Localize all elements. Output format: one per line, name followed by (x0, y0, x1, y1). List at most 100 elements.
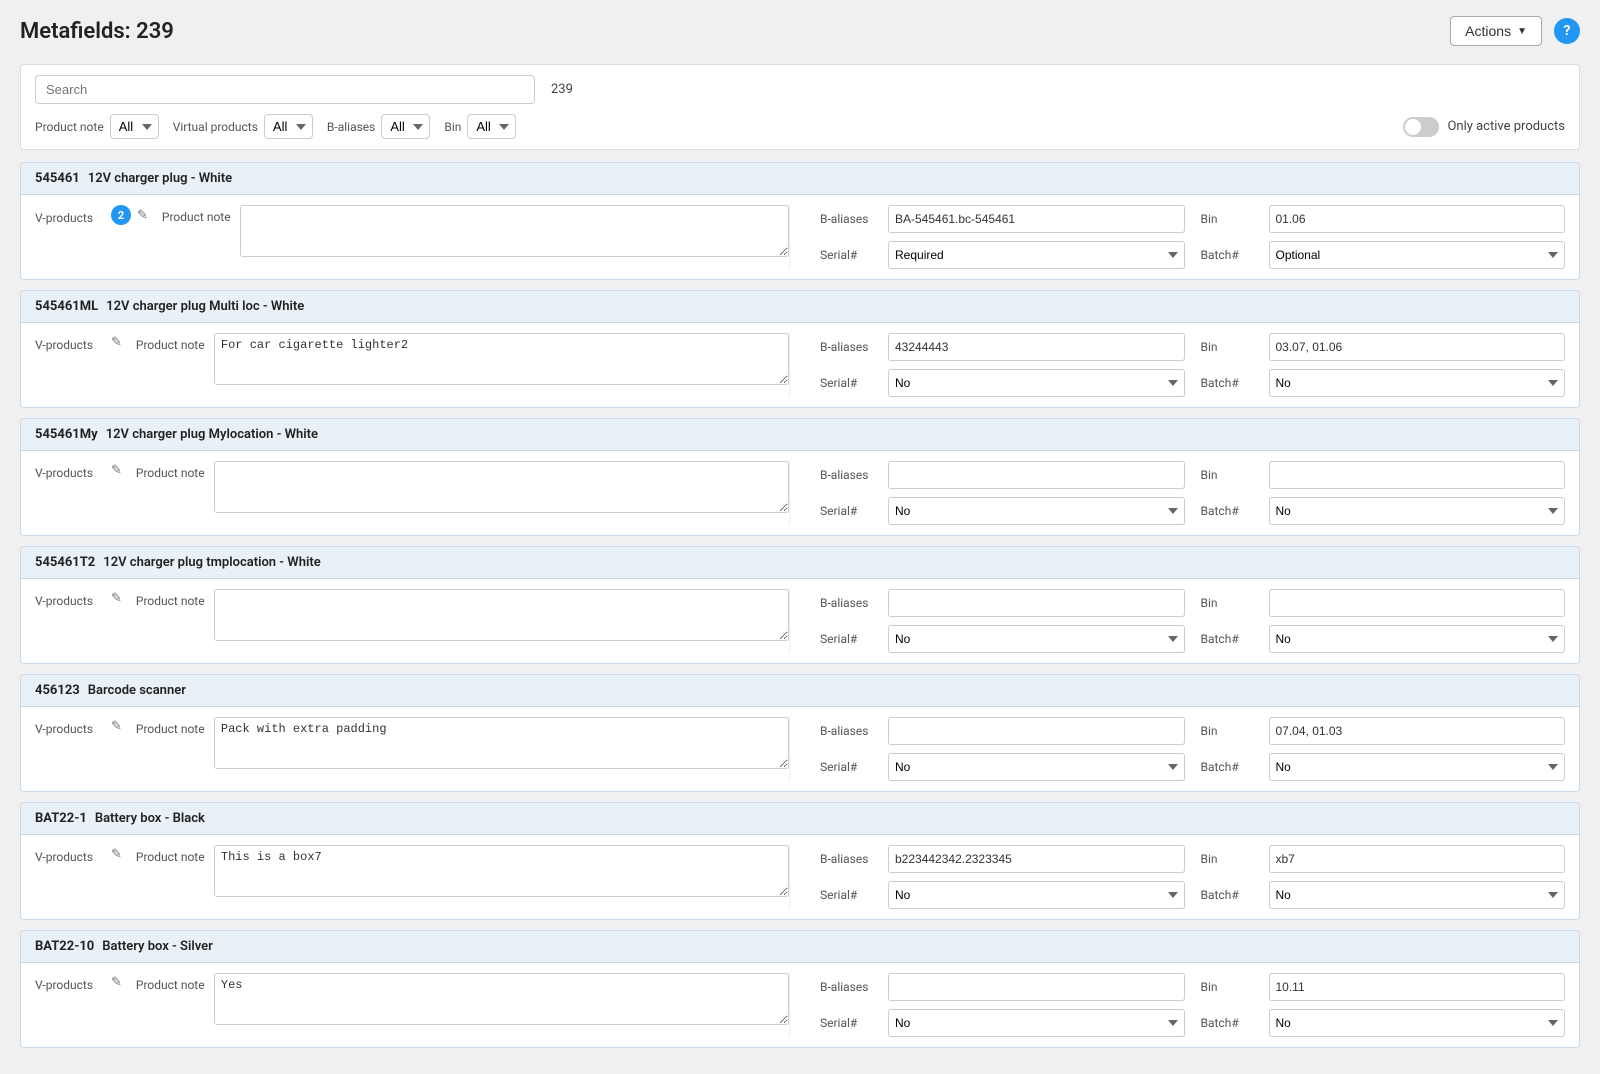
vproducts-label: V-products (35, 206, 105, 225)
b-aliases-input[interactable] (888, 717, 1185, 745)
serial-row: Serial# No Batch# No (820, 881, 1565, 909)
product-name: 12V charger plug Multi loc - White (106, 299, 304, 314)
b-aliases-input[interactable] (888, 205, 1185, 233)
b-aliases-label: B-aliases (820, 340, 880, 354)
bin-input[interactable] (1269, 589, 1566, 617)
serial-row: Serial# No Batch# No (820, 1009, 1565, 1037)
b-aliases-input[interactable] (888, 589, 1185, 617)
vproducts-label: V-products (35, 845, 105, 864)
product-note-textarea[interactable]: For car cigarette lighter2 (214, 333, 789, 385)
b-aliases-input[interactable] (888, 845, 1185, 873)
b-aliases-label: B-aliases (820, 212, 880, 226)
serial-select[interactable]: Required (888, 241, 1185, 269)
serial-select[interactable]: No (888, 753, 1185, 781)
bin-input[interactable] (1269, 461, 1566, 489)
edit-icon[interactable]: ✎ (111, 719, 122, 734)
product-note-textarea[interactable] (240, 205, 789, 257)
serial-row: Serial# No Batch# No (820, 369, 1565, 397)
b-aliases-input[interactable] (888, 973, 1185, 1001)
product-left-col: V-products ✎ Product note (35, 461, 790, 525)
vproducts-badge: 2 (111, 205, 131, 225)
product-note-textarea[interactable]: Pack with extra padding (214, 717, 789, 769)
product-name: 12V charger plug tmplocation - White (103, 555, 320, 570)
b-aliases-input[interactable] (888, 333, 1185, 361)
product-id: 545461My (35, 427, 98, 442)
batch-select[interactable]: No (1269, 497, 1566, 525)
bin-label: Bin (1201, 340, 1261, 354)
batch-select[interactable]: No (1269, 369, 1566, 397)
product-body: V-products ✎ Product note Yes B-aliases … (21, 963, 1579, 1047)
edit-icon[interactable]: ✎ (111, 463, 122, 478)
edit-icon[interactable]: ✎ (111, 591, 122, 606)
edit-icon[interactable]: ✎ (111, 335, 122, 350)
b-aliases-select[interactable]: All (381, 114, 430, 139)
b-aliases-label: B-aliases (820, 980, 880, 994)
product-right-col: B-aliases Bin Serial# No Batch# No (810, 461, 1565, 525)
b-aliases-input[interactable] (888, 461, 1185, 489)
product-left-col: V-products ✎ Product note (35, 589, 790, 653)
virtual-products-filter: Virtual products All (173, 114, 313, 139)
search-input[interactable] (35, 75, 535, 104)
product-right-col: B-aliases Bin Serial# No Batch# No (810, 717, 1565, 781)
product-body: V-products 2 ✎ Product note B-aliases Bi… (21, 195, 1579, 279)
product-right-col: B-aliases Bin Serial# No Batch# No (810, 333, 1565, 397)
serial-label: Serial# (820, 1016, 880, 1030)
product-note-select[interactable]: All (110, 114, 159, 139)
product-note-textarea[interactable] (214, 461, 789, 513)
batch-select[interactable]: Optional (1269, 241, 1566, 269)
edit-icon[interactable]: ✎ (137, 208, 148, 223)
b-aliases-label: B-aliases (820, 468, 880, 482)
serial-select[interactable]: No (888, 497, 1185, 525)
product-body: V-products ✎ Product note Pack with extr… (21, 707, 1579, 791)
edit-icon[interactable]: ✎ (111, 975, 122, 990)
serial-select[interactable]: No (888, 881, 1185, 909)
serial-label: Serial# (820, 376, 880, 390)
serial-select[interactable]: No (888, 1009, 1185, 1037)
batch-label: Batch# (1201, 248, 1261, 262)
bin-input[interactable] (1269, 205, 1566, 233)
product-right-col: B-aliases Bin Serial# No Batch# No (810, 845, 1565, 909)
b-aliases-row: B-aliases Bin (820, 461, 1565, 489)
product-name: Battery box - Silver (102, 939, 213, 954)
product-note-textarea[interactable]: This is a box7 (214, 845, 789, 897)
product-note-textarea[interactable] (214, 589, 789, 641)
product-id: 456123 (35, 683, 80, 698)
b-aliases-row: B-aliases Bin (820, 973, 1565, 1001)
product-card: BAT22-1 Battery box - Black V-products ✎… (20, 802, 1580, 920)
serial-row: Serial# No Batch# No (820, 497, 1565, 525)
batch-select[interactable]: No (1269, 753, 1566, 781)
vproducts-row: V-products ✎ Product note (35, 589, 789, 641)
batch-select[interactable]: No (1269, 881, 1566, 909)
bin-input[interactable] (1269, 973, 1566, 1001)
bin-input[interactable] (1269, 845, 1566, 873)
batch-label: Batch# (1201, 1016, 1261, 1030)
serial-label: Serial# (820, 760, 880, 774)
bin-input[interactable] (1269, 333, 1566, 361)
product-left-col: V-products ✎ Product note Pack with extr… (35, 717, 790, 781)
product-card: 545461T2 12V charger plug tmplocation - … (20, 546, 1580, 664)
virtual-products-select[interactable]: All (264, 114, 313, 139)
batch-select[interactable]: No (1269, 1009, 1566, 1037)
active-products-toggle[interactable] (1403, 117, 1439, 137)
vproducts-row: V-products ✎ Product note This is a box7 (35, 845, 789, 897)
product-name: Barcode scanner (88, 683, 186, 698)
bin-label: Bin (1201, 468, 1261, 482)
b-aliases-row: B-aliases Bin (820, 589, 1565, 617)
serial-select[interactable]: No (888, 625, 1185, 653)
help-icon[interactable]: ? (1554, 18, 1580, 44)
right-fields: B-aliases Bin Serial# No Batch# No (820, 589, 1565, 653)
product-id: BAT22-1 (35, 811, 87, 826)
bin-label: Bin (444, 120, 461, 134)
product-header: BAT22-1 Battery box - Black (21, 803, 1579, 835)
vproducts-label: V-products (35, 461, 105, 480)
product-note-textarea[interactable]: Yes (214, 973, 789, 1025)
batch-select[interactable]: No (1269, 625, 1566, 653)
vproducts-group: V-products 2 ✎ (35, 205, 148, 225)
actions-button[interactable]: Actions ▼ (1450, 16, 1542, 46)
chevron-down-icon: ▼ (1517, 26, 1527, 37)
edit-icon[interactable]: ✎ (111, 847, 122, 862)
bin-input[interactable] (1269, 717, 1566, 745)
bin-select[interactable]: All (467, 114, 516, 139)
serial-select[interactable]: No (888, 369, 1185, 397)
right-fields: B-aliases Bin Serial# No Batch# No (820, 461, 1565, 525)
